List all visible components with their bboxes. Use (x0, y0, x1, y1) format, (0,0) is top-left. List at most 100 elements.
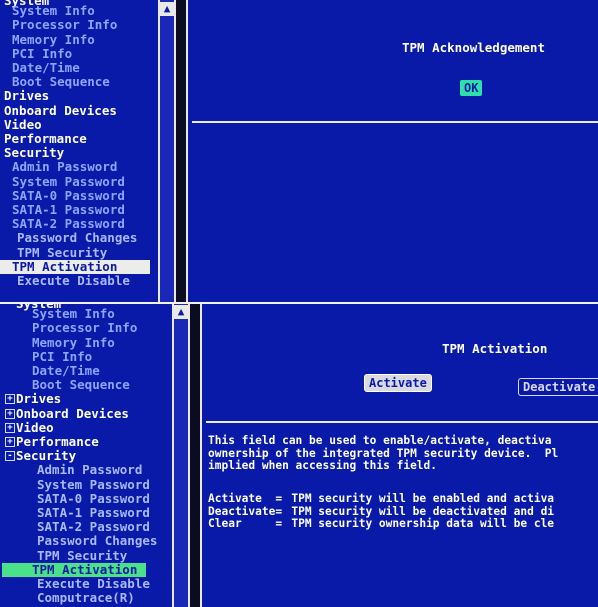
tree-item-sata-2-password[interactable]: SATA-2 Password (2, 520, 172, 534)
expand-icon[interactable]: + (5, 422, 15, 433)
tree-item-performance[interactable]: Performance (0, 131, 158, 146)
tree-item-sata-1-password[interactable]: SATA-1 Password (0, 202, 158, 217)
tree-item-label: Date/Time (12, 60, 80, 76)
tree-scrollbar[interactable]: ▲ (172, 303, 190, 607)
tree-scrollbar[interactable]: ▲ (158, 0, 176, 303)
tree-item-label: Boot Sequence (32, 377, 130, 393)
tree-item-system-password[interactable]: System Password (2, 476, 172, 492)
tree-item-system-info[interactable]: System Info (2, 307, 172, 321)
tree-item-sata-1-password[interactable]: SATA-1 Password (2, 505, 172, 521)
deactivate-button[interactable]: Deactivate (518, 378, 598, 396)
tree-item-label: Password Changes (17, 230, 138, 246)
tree-item-label: Memory Info (32, 334, 115, 350)
panel-divider (206, 421, 598, 423)
tree-item-label: Admin Password (37, 462, 143, 478)
tree-item-label: Date/Time (32, 363, 100, 379)
tree-item-label: Video (16, 419, 54, 435)
tree-item-boot-sequence[interactable]: Boot Sequence (0, 75, 158, 89)
tree-item-performance[interactable]: + Performance (2, 434, 172, 450)
expand-icon[interactable]: + (5, 437, 15, 448)
settings-panel: TPM Activation Activate Deactivate This … (200, 303, 598, 607)
tree-item-tpm-security[interactable]: TPM Security (0, 244, 158, 260)
settings-tree-list: System System Info Processor Info Memory In… (2, 303, 172, 605)
tree-item-label: Admin Password (12, 159, 118, 175)
scroll-up-arrow-icon[interactable]: ▲ (174, 305, 188, 319)
tree-item-label: Onboard Devices (4, 102, 117, 118)
tree-item-date-time[interactable]: Date/Time (0, 60, 158, 76)
option-equals: = (275, 517, 283, 530)
tree-item-label: Performance (16, 434, 99, 450)
tree-item-label: TPM Activation (32, 561, 138, 577)
tree-item-system-password[interactable]: System Password (0, 173, 158, 189)
tree-item-drives[interactable]: + Drives (2, 392, 172, 406)
tree-item-execute-disable[interactable]: Execute Disable (2, 576, 172, 592)
activate-button[interactable]: Activate (364, 374, 432, 392)
tree-item-security[interactable]: - Security (2, 449, 172, 463)
expand-icon[interactable]: + (5, 408, 15, 419)
tree-item-label: Drives (16, 391, 62, 407)
tree-item-memory-info[interactable]: Memory Info (2, 334, 172, 350)
help-line: This field can be used to enable/activat… (208, 434, 552, 447)
tree-item-label: SATA-2 Password (12, 216, 125, 232)
tree-item-tpm-security[interactable]: TPM Security (2, 548, 172, 563)
tree-item-tpm-activation[interactable]: TPM Activation (2, 561, 146, 578)
option-row: Clear = TPM security ownership data will… (208, 517, 598, 531)
option-equals: = (275, 492, 283, 505)
tree-item-label: Security (16, 448, 77, 464)
tree-item-admin-password[interactable]: Admin Password (2, 463, 172, 477)
tree-item-password-changes[interactable]: Password Changes (0, 231, 158, 245)
tree-item-label: PCI Info (12, 45, 73, 61)
scroll-up-arrow-icon[interactable]: ▲ (160, 2, 174, 16)
panel-divider (192, 121, 598, 123)
tree-item-execute-disable[interactable]: Execute Disable (0, 273, 158, 289)
tree-item-pci-info[interactable]: PCI Info (0, 45, 158, 61)
ok-button[interactable]: OK (460, 80, 483, 96)
tree-item-label: Processor Info (32, 320, 138, 336)
tree-item-onboard-devices[interactable]: Onboard Devices (0, 102, 158, 118)
tree-item-label: Computrace(R) (37, 590, 135, 606)
tree-item-sata-2-password[interactable]: SATA-2 Password (0, 217, 158, 231)
tree-item-tpm-activation[interactable]: TPM Activation (0, 259, 150, 275)
tree-item-drives[interactable]: Drives (0, 89, 158, 103)
tree-item-label: Execute Disable (17, 273, 130, 289)
tree-item-memory-info[interactable]: Memory Info (0, 32, 158, 47)
tree-item-system-info[interactable]: System Info (0, 4, 158, 18)
settings-tree-list: System System Info Processor Info Memory In… (0, 0, 158, 288)
tree-item-label: System Password (37, 476, 150, 492)
tree-item-label: TPM Security (17, 244, 108, 260)
tree-item-boot-sequence[interactable]: Boot Sequence (2, 378, 172, 392)
tree-item-video[interactable]: + Video (2, 419, 172, 435)
tree-item-pci-info[interactable]: PCI Info (2, 349, 172, 364)
tree-item-label: SATA-1 Password (37, 505, 150, 521)
tree-item-label: System Info (32, 306, 115, 322)
tree-item-sata-0-password[interactable]: SATA-0 Password (0, 187, 158, 203)
settings-panel: TPM Acknowledgement OK (186, 0, 598, 303)
tree-item-date-time[interactable]: Date/Time (2, 363, 172, 379)
help-text: This field can be used to enable/activat… (208, 434, 598, 473)
tree-item-sata-0-password[interactable]: SATA-0 Password (2, 490, 172, 506)
expand-icon[interactable]: + (5, 394, 15, 405)
tree-item-admin-password[interactable]: Admin Password (0, 160, 158, 174)
tree-item-password-changes[interactable]: Password Changes (2, 534, 172, 548)
tree-item-label: Execute Disable (37, 576, 150, 592)
option-name: Activate (208, 492, 262, 505)
tree-item-security[interactable]: Security (0, 146, 158, 160)
tree-item-label: Processor Info (12, 17, 118, 33)
tree-item-label: System Password (12, 173, 125, 189)
tree-item-label: SATA-0 Password (37, 490, 150, 506)
tree-item-label: Onboard Devices (16, 405, 129, 421)
collapse-icon[interactable]: - (5, 451, 15, 462)
tree-item-onboard-devices[interactable]: + Onboard Devices (2, 405, 172, 421)
tree-item-label: Drives (4, 88, 50, 104)
tree-item-video[interactable]: Video (0, 117, 158, 132)
panel-title: TPM Acknowledgement (402, 40, 545, 55)
option-name: Clear (208, 517, 242, 530)
tree-item-label: SATA-0 Password (12, 187, 125, 203)
option-description: TPM security ownership data will be cle (291, 517, 555, 530)
option-row: Activate = TPM security will be enabled … (208, 492, 598, 506)
top-screenshot: System System Info Processor Info Memory In… (0, 0, 598, 303)
tree-item-processor-info[interactable]: Processor Info (0, 18, 158, 32)
tree-item-computrace-r[interactable]: Computrace(R) (2, 591, 172, 605)
tree-item-processor-info[interactable]: Processor Info (2, 321, 172, 335)
settings-tree: System System Info Processor Info Memory In… (0, 0, 158, 303)
